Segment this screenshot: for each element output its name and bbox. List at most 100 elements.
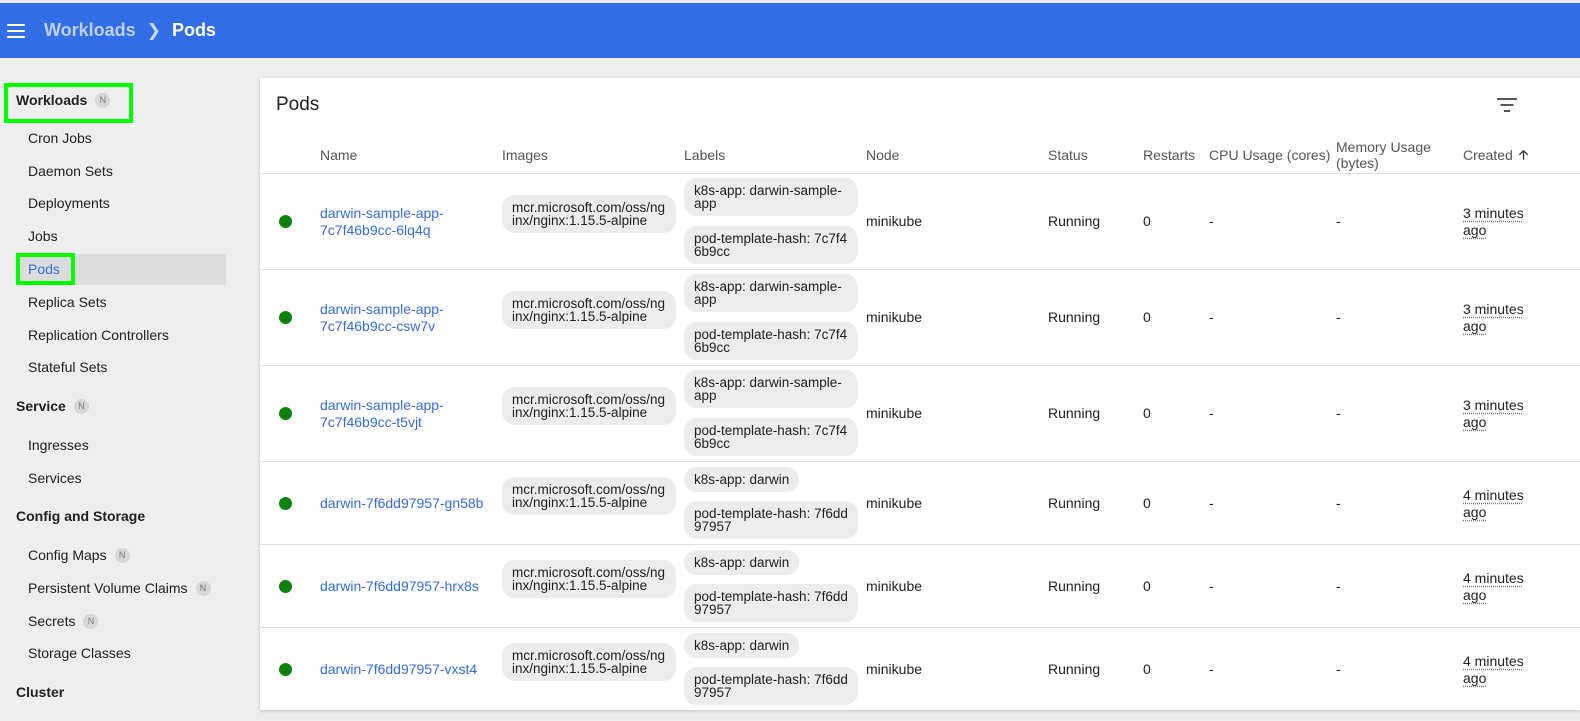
sidebar-item-daemon-sets[interactable]: Daemon Sets xyxy=(28,161,113,181)
sidebar-item-services[interactable]: Services xyxy=(28,468,82,488)
memory-value: - xyxy=(1336,213,1341,229)
label-chip: k8s-app: darwin xyxy=(684,550,800,575)
created-value: 3 minutes ago xyxy=(1463,205,1524,238)
sidebar-item-config-maps[interactable]: Config Maps N xyxy=(28,545,130,565)
table-row[interactable]: darwin-7f6dd97957-vxst4 mcr.microsoft.co… xyxy=(260,628,1580,710)
column-header-status[interactable]: Status xyxy=(1048,136,1088,174)
pods-card: Pods Name Images Labels Node Status Rest… xyxy=(260,78,1580,710)
image-chip: mcr.microsoft.com/oss/nginx/nginx:1.15.5… xyxy=(502,643,676,681)
top-app-bar: Workloads ❯ Pods xyxy=(0,3,1580,58)
sidebar-item-secrets[interactable]: Secrets N xyxy=(28,611,99,631)
cpu-value: - xyxy=(1209,661,1214,677)
chevron-right-icon: ❯ xyxy=(146,20,161,40)
sidebar-item-label: Config Maps xyxy=(28,547,107,563)
sidebar-section-workloads[interactable]: Workloads N xyxy=(16,90,111,110)
new-badge: N xyxy=(95,92,111,108)
sidebar-item-persistent-volume-claims[interactable]: Persistent Volume Claims N xyxy=(28,578,211,598)
column-header-created[interactable]: Created 🡡 xyxy=(1463,136,1528,174)
sidebar-section-service[interactable]: Service N xyxy=(16,396,89,416)
image-chip: mcr.microsoft.com/oss/nginx/nginx:1.15.5… xyxy=(502,387,676,425)
column-header-images: Images xyxy=(502,147,548,163)
sidebar-item-replication-controllers[interactable]: Replication Controllers xyxy=(28,325,169,345)
status-running-icon xyxy=(279,311,292,324)
table-row[interactable]: darwin-7f6dd97957-gn58b mcr.microsoft.co… xyxy=(260,462,1580,545)
cpu-value: - xyxy=(1209,405,1214,421)
column-header-node[interactable]: Node xyxy=(866,136,899,174)
status-value: Running xyxy=(1048,661,1101,677)
node-value: minikube xyxy=(866,578,923,594)
pod-name-link[interactable]: darwin-7f6dd97957-gn58b xyxy=(320,495,500,512)
restarts-value: 0 xyxy=(1143,495,1151,511)
sidebar-nav: Workloads N Cron Jobs Daemon Sets Deploy… xyxy=(0,58,240,721)
image-chip: mcr.microsoft.com/oss/nginx/nginx:1.15.5… xyxy=(502,291,676,329)
label-chip: k8s-app: darwin xyxy=(684,467,800,492)
table-row[interactable]: darwin-sample-app-7c7f46b9cc-6lq4q mcr.m… xyxy=(260,174,1580,270)
table-row[interactable]: darwin-sample-app-7c7f46b9cc-csw7v mcr.m… xyxy=(260,270,1580,366)
pod-name-link[interactable]: darwin-sample-app-7c7f46b9cc-t5vjt xyxy=(320,397,490,431)
sidebar-section-cluster[interactable]: Cluster xyxy=(16,682,64,702)
created-value: 4 minutes ago xyxy=(1463,653,1524,686)
card-title: Pods xyxy=(276,94,320,115)
sidebar-item-stateful-sets[interactable]: Stateful Sets xyxy=(28,357,107,377)
sidebar-item-pods[interactable]: Pods xyxy=(28,259,60,279)
label-chip: pod-template-hash: 7c7f46b9cc xyxy=(684,226,858,264)
sidebar-item-storage-classes[interactable]: Storage Classes xyxy=(28,643,131,663)
column-header-name[interactable]: Name xyxy=(320,136,357,174)
image-chip: mcr.microsoft.com/oss/nginx/nginx:1.15.5… xyxy=(502,195,676,233)
status-running-icon xyxy=(279,215,292,228)
cpu-value: - xyxy=(1209,213,1214,229)
label-chip: k8s-app: darwin-sample-app xyxy=(684,178,858,216)
created-value: 3 minutes ago xyxy=(1463,397,1524,430)
filter-icon[interactable] xyxy=(1497,98,1517,112)
cpu-value: - xyxy=(1209,309,1214,325)
sidebar-item-ingresses[interactable]: Ingresses xyxy=(28,435,89,455)
sidebar-item-replica-sets[interactable]: Replica Sets xyxy=(28,292,107,312)
status-running-icon xyxy=(279,580,292,593)
status-value: Running xyxy=(1048,495,1101,511)
sidebar-section-label: Config and Storage xyxy=(16,508,146,524)
pod-name-link[interactable]: darwin-sample-app-7c7f46b9cc-csw7v xyxy=(320,301,490,335)
sidebar-section-config-and-storage[interactable]: Config and Storage xyxy=(16,506,145,526)
created-value: 4 minutes ago xyxy=(1463,487,1524,520)
created-value: 4 minutes ago xyxy=(1463,570,1524,603)
restarts-value: 0 xyxy=(1143,578,1151,594)
column-header-cpu-usage: CPU Usage (cores) xyxy=(1209,147,1331,163)
node-value: minikube xyxy=(866,309,923,325)
table-row[interactable]: darwin-sample-app-7c7f46b9cc-t5vjt mcr.m… xyxy=(260,366,1580,462)
label-chip: k8s-app: darwin-sample-app xyxy=(684,370,858,408)
hamburger-menu-icon[interactable] xyxy=(7,23,25,38)
column-header-restarts[interactable]: Restarts xyxy=(1143,136,1195,174)
sidebar-item-label: Secrets xyxy=(28,613,76,629)
restarts-value: 0 xyxy=(1143,405,1151,421)
node-value: minikube xyxy=(866,495,923,511)
sidebar-item-jobs[interactable]: Jobs xyxy=(28,226,58,246)
sidebar-item-deployments[interactable]: Deployments xyxy=(28,193,110,213)
memory-value: - xyxy=(1336,661,1341,677)
new-badge: N xyxy=(83,613,99,629)
breadcrumb-current: Pods xyxy=(171,20,216,40)
column-header-label: Created xyxy=(1463,147,1513,163)
memory-value: - xyxy=(1336,309,1341,325)
column-header-labels: Labels xyxy=(684,147,726,163)
pod-name-link[interactable]: darwin-7f6dd97957-hrx8s xyxy=(320,578,500,595)
label-chip: pod-template-hash: 7c7f46b9cc xyxy=(684,418,858,456)
sidebar-section-label: Service xyxy=(16,398,66,414)
pod-name-link[interactable]: darwin-sample-app-7c7f46b9cc-6lq4q xyxy=(320,205,490,239)
table-row[interactable]: darwin-7f6dd97957-hrx8s mcr.microsoft.co… xyxy=(260,545,1580,628)
restarts-value: 0 xyxy=(1143,213,1151,229)
sidebar-item-label: Persistent Volume Claims xyxy=(28,580,188,596)
label-chip: k8s-app: darwin-sample-app xyxy=(684,274,858,312)
breadcrumb: Workloads ❯ Pods xyxy=(44,20,216,41)
status-running-icon xyxy=(279,497,292,510)
breadcrumb-workloads-link[interactable]: Workloads xyxy=(44,20,136,41)
memory-value: - xyxy=(1336,405,1341,421)
sidebar-item-cron-jobs[interactable]: Cron Jobs xyxy=(28,128,92,148)
status-value: Running xyxy=(1048,213,1101,229)
sidebar-section-label: Workloads xyxy=(16,92,88,108)
column-header-memory-usage: Memory Usage (bytes) xyxy=(1336,139,1431,171)
status-value: Running xyxy=(1048,405,1101,421)
memory-value: - xyxy=(1336,578,1341,594)
restarts-value: 0 xyxy=(1143,661,1151,677)
status-value: Running xyxy=(1048,578,1101,594)
pod-name-link[interactable]: darwin-7f6dd97957-vxst4 xyxy=(320,661,500,678)
